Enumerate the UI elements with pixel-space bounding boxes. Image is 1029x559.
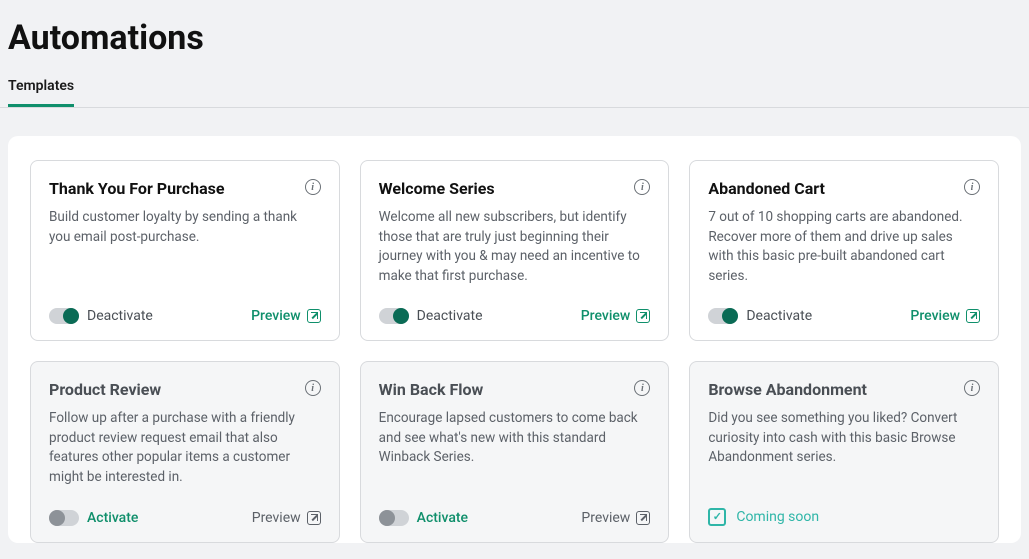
toggle-deactivate[interactable]: Deactivate [49, 308, 153, 324]
card-description: Did you see something you liked? Convert… [708, 409, 980, 485]
card-title: Welcome Series [379, 179, 495, 198]
toggle-label: Deactivate [746, 308, 812, 324]
toggle-label: Deactivate [417, 308, 483, 324]
card-browse-abandonment: Browse Abandonment i Did you see somethi… [689, 361, 999, 542]
info-icon[interactable]: i [305, 179, 321, 195]
external-link-icon [636, 511, 650, 525]
card-thank-you: Thank You For Purchase i Build customer … [30, 160, 340, 341]
toggle-label: Deactivate [87, 308, 153, 324]
toggle-deactivate[interactable]: Deactivate [379, 308, 483, 324]
external-link-icon [307, 309, 321, 323]
toggle-switch[interactable] [49, 308, 79, 324]
toggle-label: Activate [417, 510, 468, 526]
template-grid: Thank You For Purchase i Build customer … [30, 160, 999, 543]
card-description: Follow up after a purchase with a friend… [49, 409, 321, 487]
card-title: Win Back Flow [379, 380, 484, 399]
info-icon[interactable]: i [634, 380, 650, 396]
info-icon[interactable]: i [305, 380, 321, 396]
external-link-icon [307, 511, 321, 525]
card-description: Encourage lapsed customers to come back … [379, 409, 651, 487]
card-product-review: Product Review i Follow up after a purch… [30, 361, 340, 542]
tabs: Templates [0, 70, 1029, 108]
card-title: Abandoned Cart [708, 179, 825, 198]
card-welcome-series: Welcome Series i Welcome all new subscri… [360, 160, 670, 341]
tab-templates[interactable]: Templates [8, 70, 74, 107]
preview-link[interactable]: Preview [581, 510, 650, 526]
card-description: 7 out of 10 shopping carts are abandoned… [708, 208, 980, 286]
templates-panel: Thank You For Purchase i Build customer … [8, 136, 1021, 543]
info-icon[interactable]: i [964, 179, 980, 195]
preview-link[interactable]: Preview [910, 308, 980, 324]
card-title: Thank You For Purchase [49, 179, 224, 198]
preview-label: Preview [252, 510, 301, 526]
preview-label: Preview [910, 308, 960, 324]
toggle-switch[interactable] [379, 510, 409, 526]
card-title: Browse Abandonment [708, 380, 867, 399]
coming-soon-label: Coming soon [736, 509, 819, 525]
info-icon[interactable]: i [964, 380, 980, 396]
toggle-activate[interactable]: Activate [49, 510, 138, 526]
toggle-switch[interactable] [49, 510, 79, 526]
toggle-switch[interactable] [708, 308, 738, 324]
preview-label: Preview [251, 308, 301, 324]
preview-label: Preview [581, 308, 631, 324]
preview-link[interactable]: Preview [252, 510, 321, 526]
preview-link[interactable]: Preview [251, 308, 321, 324]
toggle-deactivate[interactable]: Deactivate [708, 308, 812, 324]
card-description: Welcome all new subscribers, but identif… [379, 208, 651, 286]
coming-soon: ✓ Coming soon [708, 508, 980, 526]
page-title: Automations [0, 0, 1029, 64]
preview-label: Preview [581, 510, 630, 526]
toggle-switch[interactable] [379, 308, 409, 324]
preview-link[interactable]: Preview [581, 308, 651, 324]
card-title: Product Review [49, 380, 161, 399]
info-icon[interactable]: i [634, 179, 650, 195]
card-abandoned-cart: Abandoned Cart i 7 out of 10 shopping ca… [689, 160, 999, 341]
external-link-icon [966, 309, 980, 323]
check-icon: ✓ [708, 508, 726, 526]
card-description: Build customer loyalty by sending a than… [49, 208, 321, 286]
card-win-back-flow: Win Back Flow i Encourage lapsed custome… [360, 361, 670, 542]
toggle-label: Activate [87, 510, 138, 526]
external-link-icon [636, 309, 650, 323]
toggle-activate[interactable]: Activate [379, 510, 468, 526]
